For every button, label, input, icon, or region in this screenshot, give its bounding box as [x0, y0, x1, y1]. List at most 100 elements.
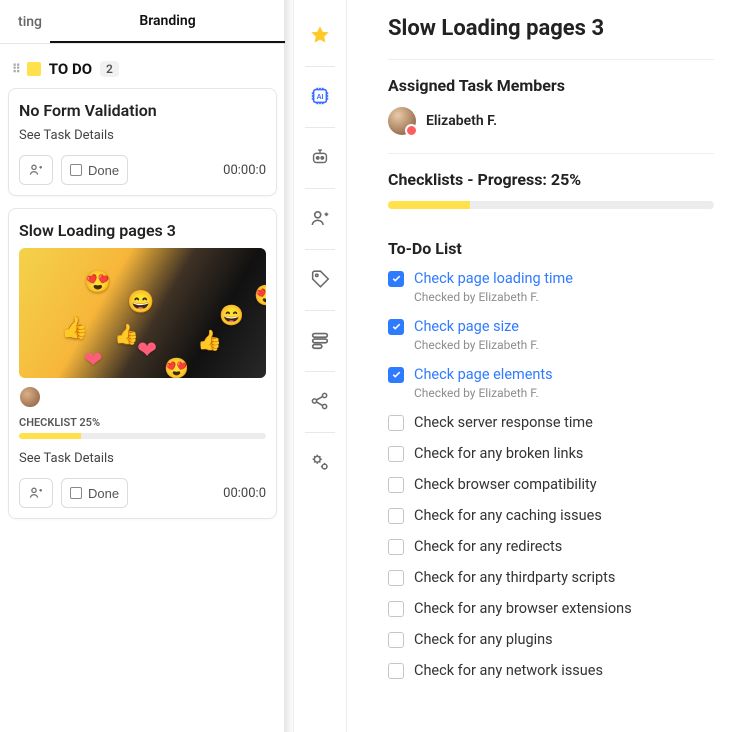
checked-by-label: Checked by Elizabeth F.: [414, 338, 714, 352]
task-timer: 00:00:0: [223, 163, 266, 178]
rail-favorite-button[interactable]: [301, 16, 339, 54]
checkbox-icon: [70, 487, 82, 499]
emoji-heart-icon: ❤: [84, 348, 102, 373]
todo-label: Check for any plugins: [414, 631, 553, 648]
share-icon: [309, 390, 331, 412]
card-progress-bar: [19, 433, 266, 439]
drag-handle-icon[interactable]: ⠿: [12, 62, 19, 76]
todo-label[interactable]: Check page size: [414, 318, 519, 335]
assignee-avatar[interactable]: [19, 386, 41, 408]
rail-settings-button[interactable]: [301, 443, 339, 481]
rail-automation-button[interactable]: [301, 138, 339, 176]
rail-share-button[interactable]: [301, 382, 339, 420]
todo-checkbox[interactable]: [388, 601, 404, 617]
todo-label[interactable]: Check page elements: [414, 366, 553, 383]
todo-label: Check for any network issues: [414, 662, 603, 679]
done-label: Done: [88, 163, 119, 178]
todo-label[interactable]: Check page loading time: [414, 270, 573, 287]
emoji-grin-icon: 😄: [127, 290, 154, 315]
task-card[interactable]: No Form Validation See Task Details Done…: [8, 88, 277, 196]
divider: [388, 59, 714, 60]
assign-user-button[interactable]: [19, 155, 53, 185]
todo-row: Check for any thirdparty scripts: [388, 569, 714, 586]
todo-checkbox[interactable]: [388, 271, 404, 287]
member-name: Elizabeth F.: [426, 113, 497, 129]
svg-text:AI: AI: [317, 94, 324, 101]
tab-branding[interactable]: Branding: [50, 1, 285, 43]
todo-list: Check page loading time Checked by Elizab…: [388, 270, 714, 679]
see-task-details-link[interactable]: See Task Details: [19, 128, 266, 143]
robot-icon: [309, 146, 331, 168]
rail-subtasks-button[interactable]: [301, 321, 339, 359]
todo-item: Check for any browser extensions: [388, 600, 714, 617]
todo-row: Check page elements: [388, 366, 714, 383]
todo-row: Check for any plugins: [388, 631, 714, 648]
rail-ai-button[interactable]: AI: [301, 77, 339, 115]
check-icon: [391, 369, 402, 380]
todo-row: Check page loading time: [388, 270, 714, 287]
todo-checkbox[interactable]: [388, 508, 404, 524]
todo-item: Check browser compatibility: [388, 476, 714, 493]
add-user-icon: [28, 162, 44, 178]
assigned-member[interactable]: Elizabeth F.: [388, 107, 714, 135]
emoji-heart-icon: ❤: [137, 336, 157, 364]
gears-icon: [309, 451, 331, 473]
task-card[interactable]: Slow Loading pages 3 😍 😄 👍 ❤ 😍 👍 😄 😍 👍 ❤…: [8, 208, 277, 519]
card-checklist-label: CHECKLIST 25%: [19, 416, 266, 429]
column-header: ⠿ TO DO 2: [0, 44, 285, 88]
todo-checkbox[interactable]: [388, 570, 404, 586]
todo-checkbox[interactable]: [388, 663, 404, 679]
task-card-title: No Form Validation: [19, 101, 266, 120]
add-user-icon: [309, 207, 331, 229]
task-card-actions: Done 00:00:0: [19, 478, 266, 508]
rail-separator: [305, 310, 335, 311]
todo-row: Check server response time: [388, 414, 714, 431]
todo-item: Check for any redirects: [388, 538, 714, 555]
divider: [388, 153, 714, 154]
todo-checkbox[interactable]: [388, 319, 404, 335]
check-icon: [391, 273, 402, 284]
task-card-actions: Done 00:00:0: [19, 155, 266, 185]
todo-checkbox[interactable]: [388, 446, 404, 462]
board-tabs: ting Branding: [0, 0, 285, 44]
mark-done-button[interactable]: Done: [61, 155, 128, 185]
task-detail-title: Slow Loading pages 3: [388, 16, 714, 41]
assigned-members-heading: Assigned Task Members: [388, 76, 714, 95]
emoji-like-icon: 👍: [197, 328, 222, 352]
todo-item: Check for any thirdparty scripts: [388, 569, 714, 586]
add-user-icon: [28, 485, 44, 501]
rail-tags-button[interactable]: [301, 260, 339, 298]
todo-checkbox[interactable]: [388, 477, 404, 493]
queue-icon: [309, 329, 331, 351]
emoji-heart-eyes-icon: 😍: [164, 356, 189, 378]
column-name: TO DO: [49, 60, 92, 78]
todo-checkbox[interactable]: [388, 367, 404, 383]
checkbox-icon: [70, 164, 82, 176]
todo-checkbox[interactable]: [388, 539, 404, 555]
todo-item: Check page loading timeChecked by Elizab…: [388, 270, 714, 304]
todo-checkbox[interactable]: [388, 415, 404, 431]
todo-checkbox[interactable]: [388, 632, 404, 648]
rail-separator: [305, 249, 335, 250]
tab-partial-left[interactable]: ting: [0, 2, 50, 42]
rail-add-member-button[interactable]: [301, 199, 339, 237]
see-task-details-link[interactable]: See Task Details: [19, 451, 266, 466]
todo-row: Check browser compatibility: [388, 476, 714, 493]
todo-item: Check server response time: [388, 414, 714, 431]
ai-chip-icon: AI: [309, 85, 331, 107]
assign-user-button[interactable]: [19, 478, 53, 508]
kanban-board: ting Branding ⠿ TO DO 2 No Form Validati…: [0, 0, 285, 732]
todo-label: Check for any thirdparty scripts: [414, 569, 615, 586]
rail-separator: [305, 66, 335, 67]
emoji-like-icon: 👍: [114, 322, 139, 346]
checklist-progress-bar: [388, 201, 714, 209]
emoji-heart-eyes-icon: 😍: [254, 283, 266, 307]
todo-label: Check for any broken links: [414, 445, 583, 462]
done-label: Done: [88, 486, 119, 501]
task-card-title: Slow Loading pages 3: [19, 221, 266, 240]
member-avatar: [388, 107, 416, 135]
tag-icon: [309, 268, 331, 290]
mark-done-button[interactable]: Done: [61, 478, 128, 508]
todo-item: Check page size Checked by Elizabeth F.: [388, 318, 714, 352]
todo-label: Check for any caching issues: [414, 507, 602, 524]
